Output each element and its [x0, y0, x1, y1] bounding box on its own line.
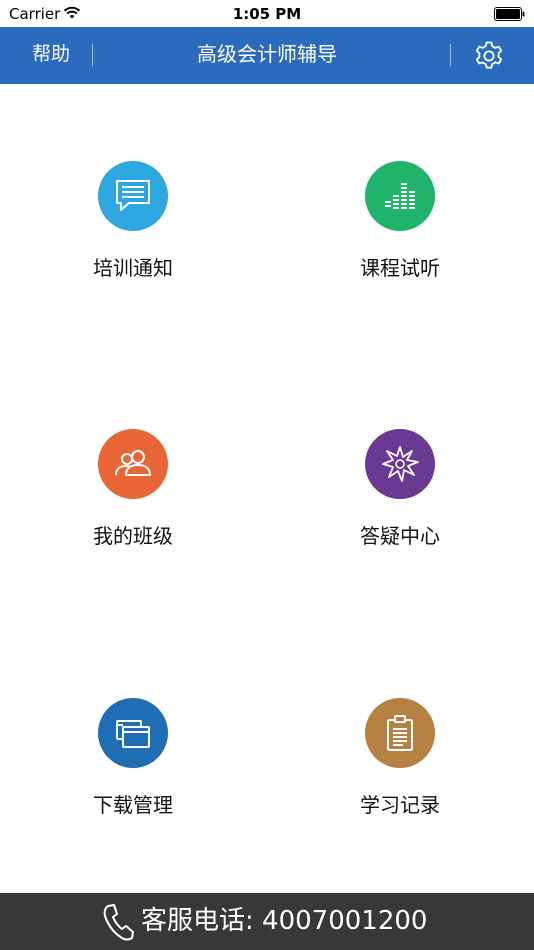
star-burst-icon	[382, 446, 419, 482]
tile-qa-center[interactable]: 答疑中心	[300, 429, 500, 579]
phone-icon	[103, 904, 134, 941]
tile-icon-circle	[365, 429, 435, 499]
nav-bar: 帮助 高级会计师辅导	[0, 27, 534, 84]
group-users-icon	[115, 450, 151, 476]
tile-course-preview[interactable]: 课程试听	[300, 161, 500, 311]
tile-label: 学习记录	[360, 793, 440, 817]
tile-label: 下载管理	[93, 793, 173, 817]
tile-label: 答疑中心	[360, 524, 440, 548]
tile-study-record[interactable]: 学习记录	[300, 698, 500, 848]
tile-icon-circle	[98, 161, 168, 231]
windows-stack-icon	[116, 720, 150, 748]
nav-divider-right	[450, 44, 451, 66]
status-time: 1:05 PM	[232, 5, 302, 23]
settings-gear-icon[interactable]	[472, 39, 506, 73]
hotline-text: 客服电话: 4007001200	[141, 906, 428, 936]
status-bar: Carrier 1:05 PM	[0, 0, 534, 27]
tile-label: 培训通知	[93, 256, 173, 280]
nav-divider-left	[92, 44, 93, 66]
hotline-bar[interactable]: 客服电话: 4007001200	[0, 893, 534, 950]
tile-label: 课程试听	[360, 256, 440, 280]
page-title: 高级会计师辅导	[197, 42, 337, 66]
clipboard-icon	[387, 715, 413, 751]
tile-icon-circle	[98, 429, 168, 499]
help-button[interactable]: 帮助	[32, 27, 70, 84]
tile-download-manager[interactable]: 下载管理	[33, 698, 233, 848]
tile-training-notice[interactable]: 培训通知	[33, 161, 233, 311]
chat-message-icon	[116, 180, 150, 211]
audio-levels-icon	[385, 183, 415, 209]
tile-label: 我的班级	[93, 524, 173, 548]
tile-icon-circle	[98, 698, 168, 768]
tile-my-class[interactable]: 我的班级	[33, 429, 233, 579]
battery-icon	[494, 7, 525, 21]
tile-icon-circle	[365, 698, 435, 768]
tile-icon-circle	[365, 161, 435, 231]
